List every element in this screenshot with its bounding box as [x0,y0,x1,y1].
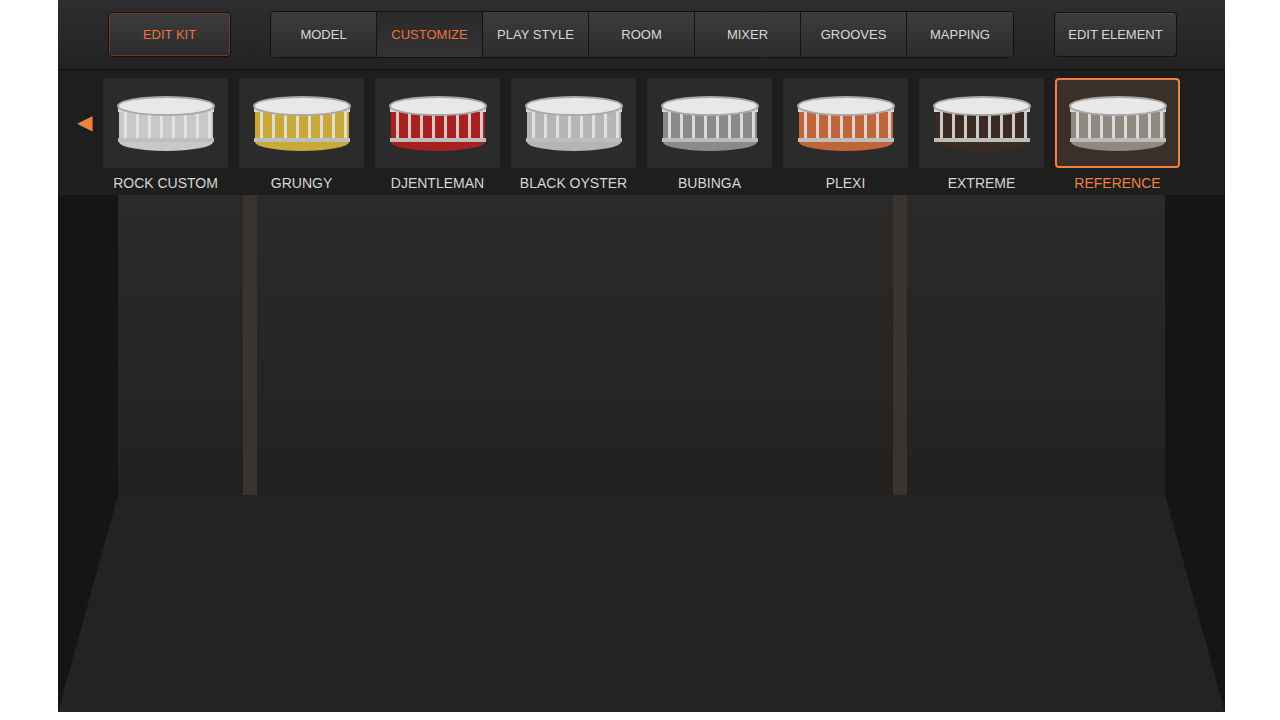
view-tab[interactable]: PLAY STYLE [483,12,589,57]
preset-label: EXTREME [948,173,1016,194]
snare-thumbnail-icon [519,88,629,158]
previous-arrow-icon[interactable]: ◀ [77,112,103,132]
top-toolbar: EDIT KIT MODELCUSTOMIZEPLAY STYLEROOMMIXE… [58,0,1225,70]
view-tab[interactable]: MODEL [271,12,377,57]
snare-thumbnail-icon [1063,88,1173,158]
preset-thumbnail[interactable] [239,78,364,168]
preset-thumbnail[interactable] [647,78,772,168]
view-tab[interactable]: MIXER [695,12,801,57]
drum-kit-scene [58,195,1225,712]
view-tab[interactable]: MAPPING [907,12,1013,57]
preset-label: PLEXI [826,173,866,194]
preset-thumbnail[interactable] [919,78,1044,168]
view-tab[interactable]: CUSTOMIZE [377,12,483,57]
preset-label: ROCK CUSTOM [113,173,218,194]
snare-thumbnail-icon [927,88,1037,158]
snare-thumbnail-icon [655,88,765,158]
preset-thumbnail[interactable] [783,78,908,168]
preset-thumbnail[interactable] [1055,78,1180,168]
preset-label: GRUNGY [271,173,332,194]
snare-preset[interactable]: DJENTLEMAN [375,78,500,194]
drum-kit-stage [58,195,1225,712]
preset-label: BUBINGA [678,173,741,194]
preset-thumbnail[interactable] [103,78,228,168]
snare-preset[interactable]: ROCK CUSTOM [103,78,228,194]
snare-preset[interactable]: REFERENCE [1055,78,1180,194]
snare-preset[interactable]: BLACK OYSTER [511,78,636,194]
edit-kit-button[interactable]: EDIT KIT [108,12,231,57]
view-tabs: MODELCUSTOMIZEPLAY STYLEROOMMIXERGROOVES… [270,11,1014,58]
snare-preset[interactable]: BUBINGA [647,78,772,194]
edit-element-button[interactable]: EDIT ELEMENT [1054,12,1177,57]
view-tab[interactable]: GROOVES [801,12,907,57]
preset-thumbnail[interactable] [375,78,500,168]
preset-label: REFERENCE [1074,173,1160,194]
snare-preset[interactable]: EXTREME [919,78,1044,194]
snare-preset-strip: ◀ ROCK CUSTOM GRUNGY DJENTLEMAN BLACK OYSTER… [58,70,1225,195]
preset-list: ROCK CUSTOM GRUNGY DJENTLEMAN BLACK OYSTER B… [103,78,1180,194]
preset-thumbnail[interactable] [511,78,636,168]
preset-label: DJENTLEMAN [391,173,484,194]
snare-thumbnail-icon [247,88,357,158]
preset-label: BLACK OYSTER [520,173,627,194]
snare-preset[interactable]: GRUNGY [239,78,364,194]
snare-thumbnail-icon [111,88,221,158]
snare-preset[interactable]: PLEXI [783,78,908,194]
snare-thumbnail-icon [383,88,493,158]
drum-app: EDIT KIT MODELCUSTOMIZEPLAY STYLEROOMMIXE… [58,0,1225,712]
view-tab[interactable]: ROOM [589,12,695,57]
snare-thumbnail-icon [791,88,901,158]
